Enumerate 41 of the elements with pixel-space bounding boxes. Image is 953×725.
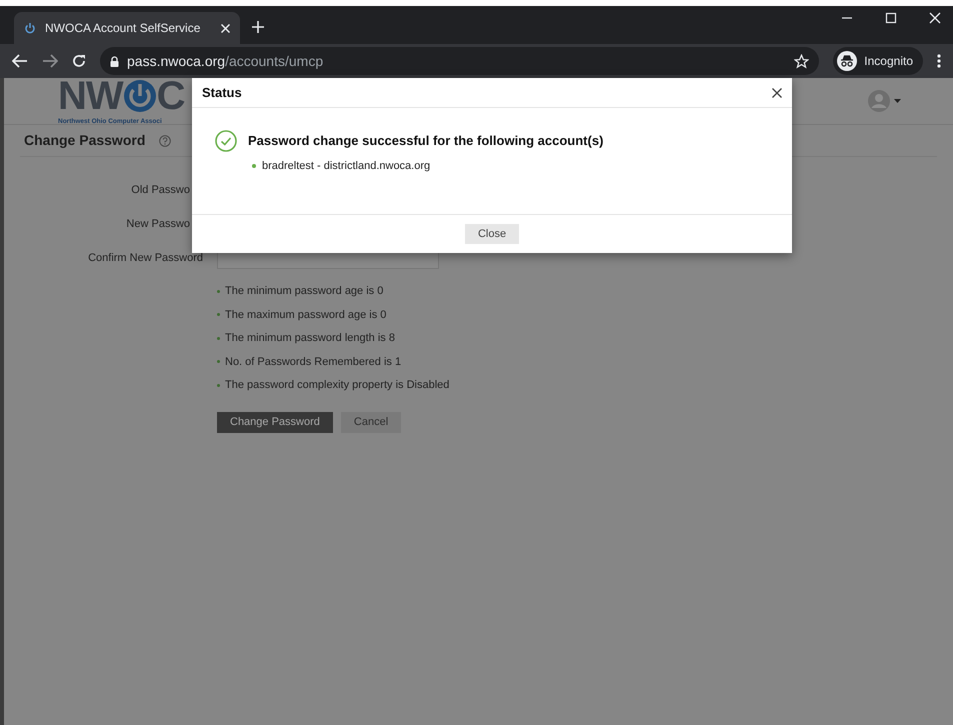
power-icon xyxy=(24,22,36,34)
lock-icon xyxy=(110,56,119,66)
policy-rule: The password complexity property is Disabled xyxy=(225,378,450,393)
bullet-icon xyxy=(217,313,220,316)
field-label: Old Passwo xyxy=(131,182,190,198)
forward-icon[interactable] xyxy=(42,54,58,68)
policy-rule: The maximum password age is 0 xyxy=(225,308,386,322)
policy-rule: The minimum password age is 0 xyxy=(225,284,384,299)
incognito-label: Incognito xyxy=(864,53,913,70)
reload-icon[interactable] xyxy=(72,54,86,68)
field-label: New Passwo xyxy=(126,216,190,232)
incognito-badge[interactable]: Incognito xyxy=(833,47,923,75)
bullet-icon xyxy=(217,336,220,340)
close-icon[interactable] xyxy=(772,88,782,98)
menu-icon[interactable] xyxy=(937,54,941,68)
close-button[interactable]: Close xyxy=(464,224,520,244)
dialog-title: Status xyxy=(202,84,242,102)
help-icon[interactable] xyxy=(159,134,172,146)
address-bar[interactable]: pass.nwoca.org/accounts/umcp xyxy=(100,47,820,75)
account-name: bradreltest - districtland.nwoca.org xyxy=(262,159,430,174)
back-icon[interactable] xyxy=(12,54,28,68)
policy-rule: The minimum password length is 8 xyxy=(225,331,395,346)
success-check-icon xyxy=(215,130,237,152)
bullet-icon xyxy=(217,384,220,387)
field-label: Confirm New Password xyxy=(88,250,203,266)
bullet-icon xyxy=(217,290,220,293)
incognito-icon xyxy=(837,51,858,71)
new-tab-icon[interactable] xyxy=(252,21,264,33)
bullet-icon xyxy=(217,360,220,364)
policy-rule: No. of Passwords Remembered is 1 xyxy=(225,354,402,370)
star-icon[interactable] xyxy=(794,54,810,68)
logo-text: C xyxy=(156,76,186,116)
logo-text: NW xyxy=(58,76,123,116)
page-title: Change Password xyxy=(24,131,146,150)
bullet-icon xyxy=(252,164,256,168)
change-password-button[interactable]: Change Password xyxy=(217,412,333,432)
url-text: pass.nwoca.org/accounts/umcp xyxy=(127,52,324,71)
success-message: Password change successful for the following account(s) xyxy=(248,132,604,150)
caret-icon[interactable] xyxy=(894,99,901,103)
close-tab-icon[interactable] xyxy=(221,24,230,32)
browser-tab[interactable]: NWOCA Account SelfService xyxy=(14,12,240,44)
